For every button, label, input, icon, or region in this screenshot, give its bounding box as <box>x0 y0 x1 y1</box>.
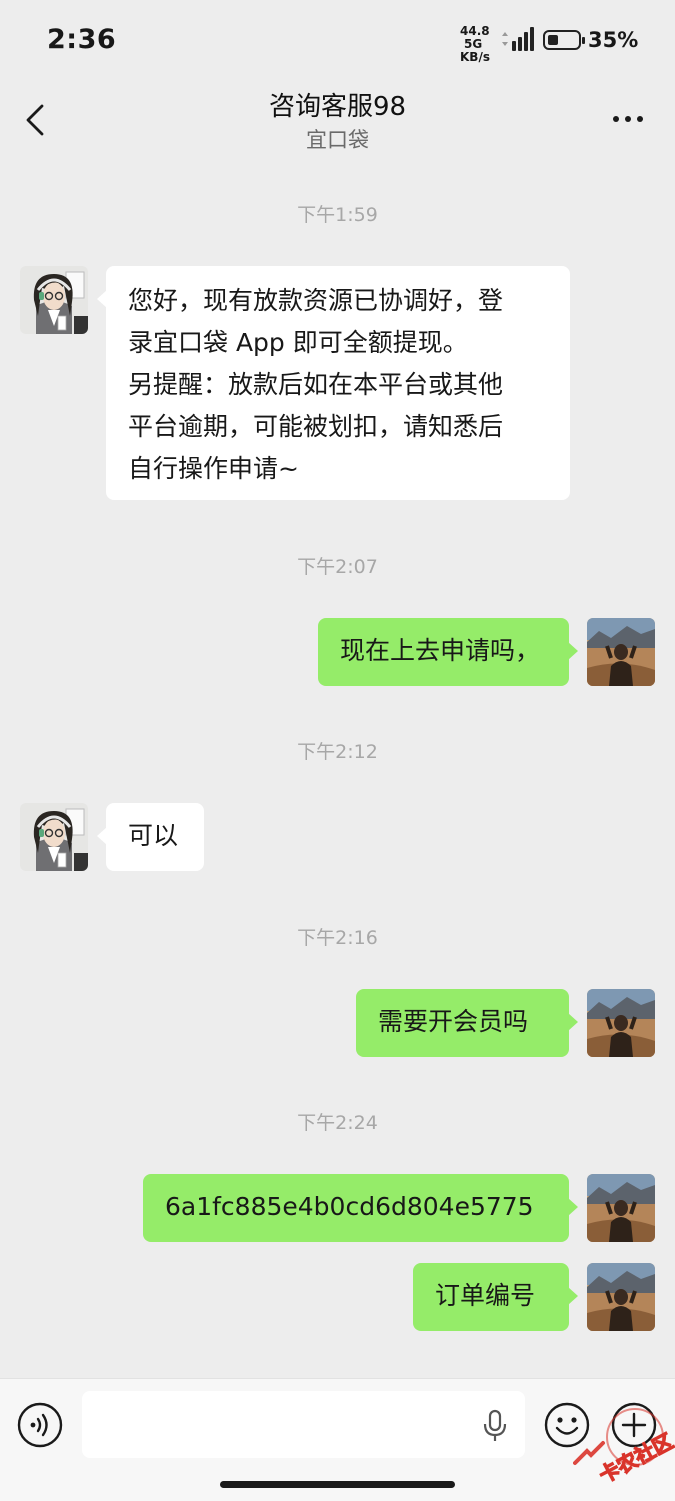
message-bubble-outgoing[interactable]: 订单编号 <box>413 1263 578 1331</box>
network-speed-value: 44.8 <box>460 24 490 38</box>
my-avatar[interactable] <box>587 1263 655 1331</box>
message-timestamp: 下午2:07 <box>297 556 378 578</box>
message-timestamp: 下午2:16 <box>297 927 378 949</box>
chat-header: 咨询客服98 宜口袋 <box>0 82 675 160</box>
message-bubble-outgoing[interactable]: 现在上去申请吗， <box>318 618 578 686</box>
chat-title[interactable]: 咨询客服98 <box>0 86 675 123</box>
message-timestamp: 下午2:24 <box>297 1112 378 1134</box>
message-bubble-outgoing[interactable]: 需要开会员吗 <box>356 989 578 1057</box>
chat-subtitle: 宜口袋 <box>306 128 369 152</box>
network-speed: 44.8 5G KB/s <box>460 25 500 64</box>
agent-avatar[interactable] <box>20 803 88 871</box>
message-bubble-incoming[interactable]: 您好，现有放款资源已协调好，登 录宜口袋 App 即可全额提现。 另提醒：放款后… <box>97 266 570 500</box>
more-dots-icon[interactable] <box>608 104 648 134</box>
status-bar: 2:36 44.8 5G KB/s 35% <box>0 0 675 82</box>
my-avatar[interactable] <box>587 1174 655 1242</box>
voice-icon[interactable] <box>17 1402 63 1448</box>
watermark-logo: 卡农社区 <box>573 1408 675 1485</box>
network-type: 5G <box>464 37 483 51</box>
mic-icon[interactable] <box>482 1409 508 1443</box>
message-timestamp: 下午1:59 <box>297 204 378 226</box>
message-bubble-outgoing[interactable]: 6a1fc885e4b0cd6d804e5775 <box>143 1174 578 1242</box>
my-avatar[interactable] <box>587 989 655 1057</box>
message-timestamp: 下午2:12 <box>297 741 378 763</box>
message-input[interactable] <box>82 1391 525 1458</box>
home-indicator <box>220 1481 455 1488</box>
my-avatar[interactable] <box>587 618 655 686</box>
message-bubble-incoming[interactable]: 可以 <box>97 803 204 871</box>
network-speed-unit: KB/s <box>460 50 490 64</box>
status-time: 2:36 <box>47 24 117 55</box>
battery-icon <box>543 30 585 50</box>
agent-avatar[interactable] <box>20 266 88 334</box>
signal-icon <box>502 27 534 51</box>
battery-percent: 35% <box>588 28 639 52</box>
